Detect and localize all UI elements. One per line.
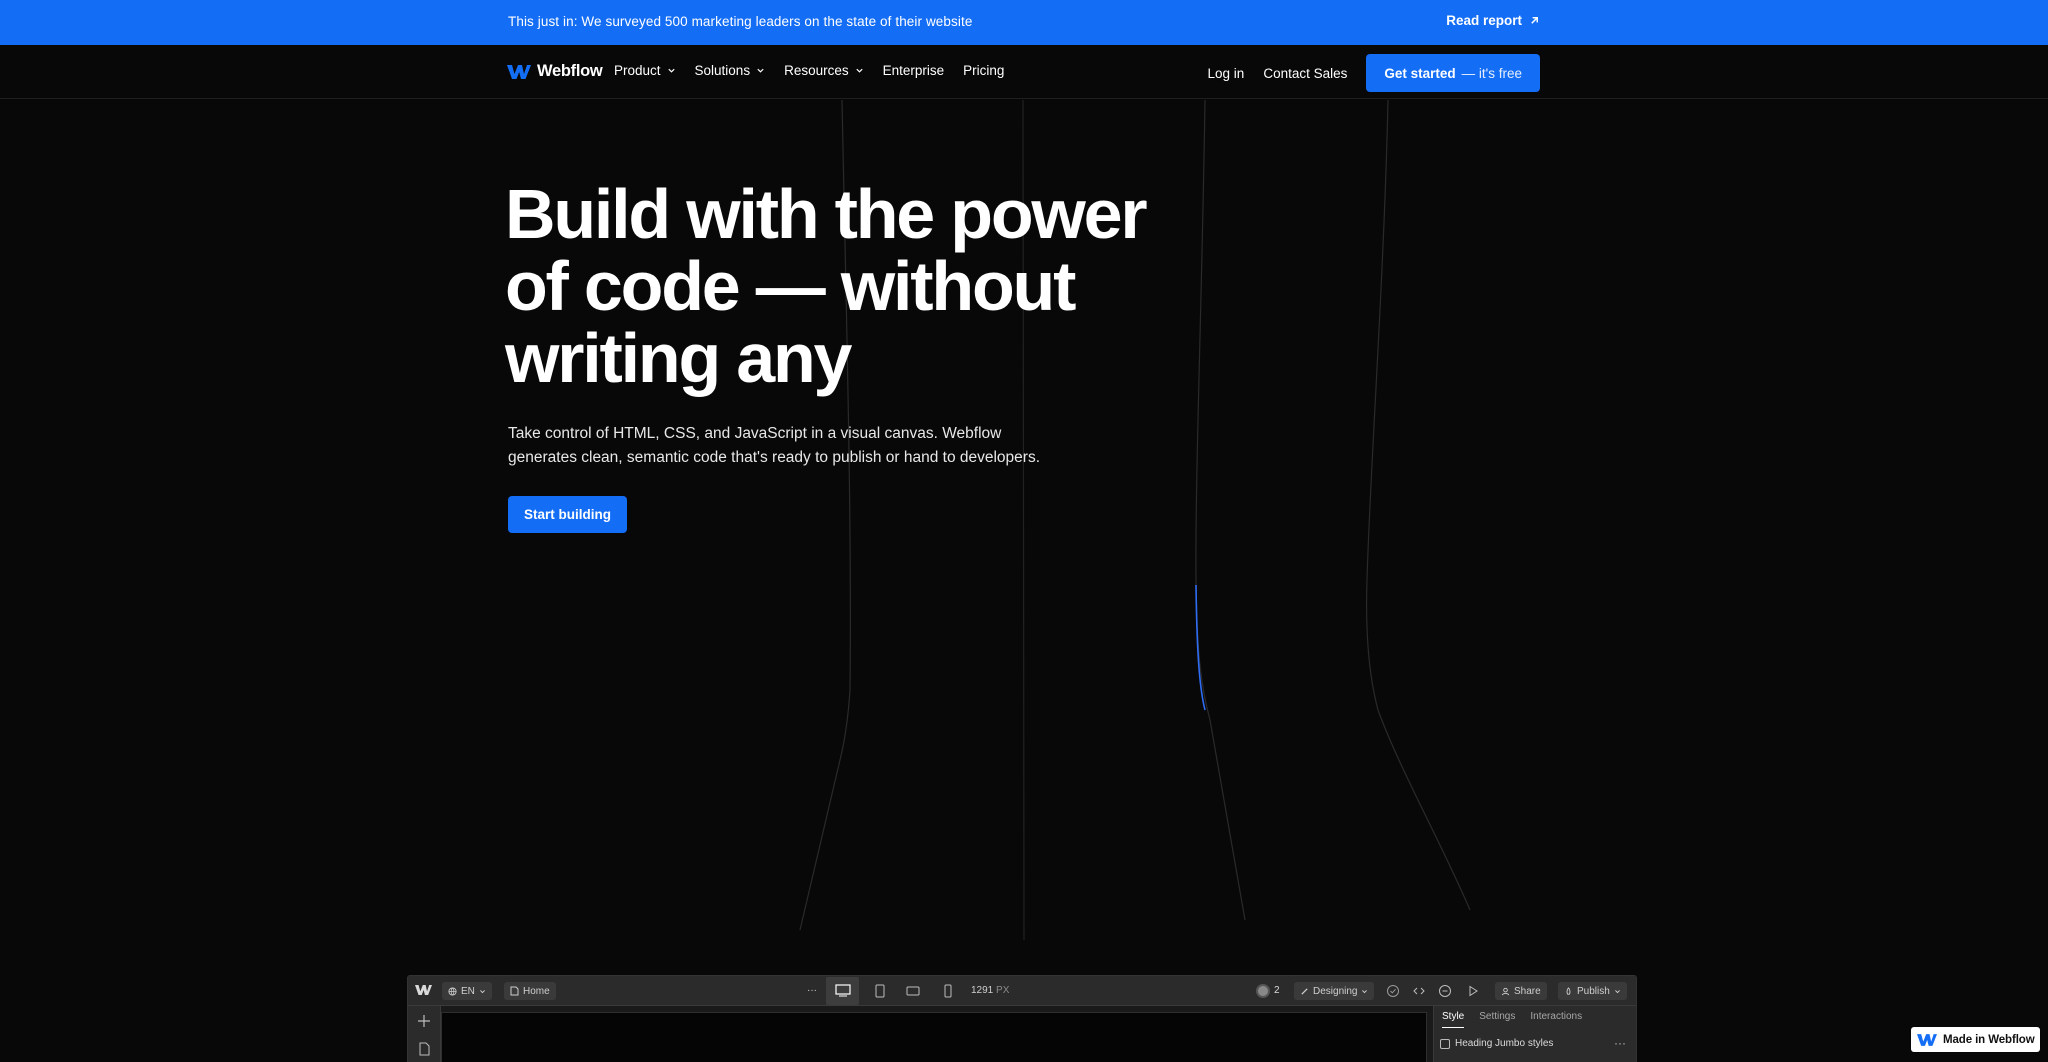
locale-selector[interactable]: EN [442, 982, 492, 1000]
style-row-label: Heading Jumbo styles [1455, 1038, 1554, 1049]
desktop-breakpoint-icon [835, 984, 851, 997]
page-icon [510, 986, 519, 996]
mobile-breakpoint-icon[interactable] [941, 984, 955, 998]
nav-item-label: Product [614, 63, 661, 78]
nav-item-enterprise[interactable]: Enterprise [883, 63, 945, 78]
get-started-label: Get started [1384, 65, 1456, 81]
mode-label: Designing [1313, 985, 1358, 997]
breakpoint-desktop-active[interactable] [826, 977, 859, 1005]
announcement-bar: This just in: We surveyed 500 marketing … [0, 0, 2048, 45]
chevron-down-icon [1614, 989, 1620, 993]
panel-tabs: Style Settings Interactions [1442, 1011, 1582, 1028]
designer-style-panel: Style Settings Interactions Heading Jumb… [1433, 1006, 1636, 1062]
brand-name: Webflow [537, 62, 603, 80]
share-button[interactable]: Share [1495, 982, 1547, 1000]
designer-preview: EN Home ··· 1291 PX 2 Designing Share Pu… [407, 975, 1637, 1062]
webflow-logo-icon [507, 64, 531, 79]
nav-item-label: Pricing [963, 63, 1005, 78]
more-options-icon[interactable]: ··· [807, 985, 817, 996]
designer-left-toolbar [408, 1006, 441, 1062]
announcement-text: This just in: We surveyed 500 marketing … [508, 14, 973, 29]
badge-label: Made in Webflow [1943, 1033, 2035, 1046]
nav-item-label: Enterprise [882, 63, 945, 78]
read-report-link[interactable]: Read report [1446, 13, 1540, 28]
nav-item-label: Solutions [694, 63, 751, 78]
rocket-icon [1566, 986, 1571, 995]
webflow-logo-icon [1917, 1033, 1937, 1046]
tab-settings[interactable]: Settings [1479, 1011, 1515, 1028]
page-selector[interactable]: Home [504, 982, 556, 1000]
tablet-breakpoint-icon[interactable] [873, 984, 887, 998]
nav-links: Product Solutions Resources Enterprise P… [614, 63, 1004, 78]
hero-line [1365, 100, 1471, 911]
nav-item-resources[interactable]: Resources [784, 63, 864, 78]
globe-icon [448, 986, 457, 996]
chevron-down-icon [855, 68, 863, 73]
preview-play-icon[interactable] [1466, 984, 1480, 998]
canvas-width-unit: PX [996, 985, 1010, 996]
webflow-logo[interactable]: Webflow [507, 62, 603, 81]
read-report-label: Read report [1446, 13, 1522, 28]
tab-interactions[interactable]: Interactions [1530, 1011, 1582, 1028]
page-label: Home [523, 985, 550, 997]
start-building-button[interactable]: Start building [508, 496, 627, 533]
its-free-label: — it's free [1461, 65, 1522, 81]
login-link[interactable]: Log in [1208, 66, 1245, 81]
user-icon [1501, 987, 1510, 995]
canvas-frame [441, 1012, 1427, 1062]
locale-label: EN [461, 985, 475, 997]
chevron-down-icon [757, 68, 764, 73]
add-icon[interactable] [417, 1014, 431, 1028]
code-icon[interactable] [1412, 984, 1426, 998]
webflow-logo-icon[interactable] [415, 984, 432, 996]
tab-style[interactable]: Style [1442, 1011, 1465, 1028]
style-checkbox[interactable] [1440, 1038, 1450, 1049]
comment-icon[interactable] [1438, 984, 1452, 998]
brush-icon [1301, 987, 1308, 995]
nav-item-solutions[interactable]: Solutions [695, 63, 766, 78]
chevron-down-icon [479, 989, 485, 993]
hero-subtitle: Take control of HTML, CSS, and JavaScrip… [508, 425, 1041, 466]
publish-button[interactable]: Publish [1558, 982, 1627, 1000]
avatar[interactable] [1256, 984, 1270, 998]
publish-label: Publish [1577, 985, 1610, 997]
canvas-width-value: 1291 [971, 985, 994, 996]
get-started-button[interactable]: Get started — it's free [1366, 54, 1540, 92]
collaborator-count: 2 [1274, 985, 1280, 996]
chevron-down-icon [1362, 989, 1368, 993]
mode-selector[interactable]: Designing [1294, 982, 1375, 1000]
main-nav: Webflow Product Solutions Resources Ente… [0, 45, 2048, 99]
hero-title: Build with the power of code — without w… [505, 175, 1148, 397]
check-circle-icon[interactable] [1386, 984, 1400, 998]
designer-canvas[interactable] [441, 1006, 1433, 1062]
arrow-up-right-icon [1531, 17, 1538, 24]
landscape-breakpoint-icon[interactable] [906, 984, 920, 998]
nav-item-product[interactable]: Product [614, 63, 676, 78]
share-label: Share [1514, 985, 1541, 997]
contact-sales-link[interactable]: Contact Sales [1263, 66, 1347, 81]
made-in-webflow-badge[interactable]: Made in Webflow [1911, 1027, 2040, 1052]
pages-icon[interactable] [417, 1042, 431, 1056]
designer-toolbar: EN Home ··· 1291 PX 2 Designing Share Pu… [408, 976, 1636, 1006]
nav-item-pricing[interactable]: Pricing [963, 63, 1004, 78]
nav-actions: Log in Contact Sales Get started — it's … [1208, 54, 1540, 92]
canvas-width-readout: 1291 PX [971, 985, 1009, 996]
style-selector-row[interactable]: Heading Jumbo styles [1440, 1038, 1553, 1049]
row-more-icon[interactable]: ··· [1614, 1036, 1626, 1050]
nav-item-label: Resources [784, 63, 849, 78]
chevron-down-icon [667, 68, 675, 73]
